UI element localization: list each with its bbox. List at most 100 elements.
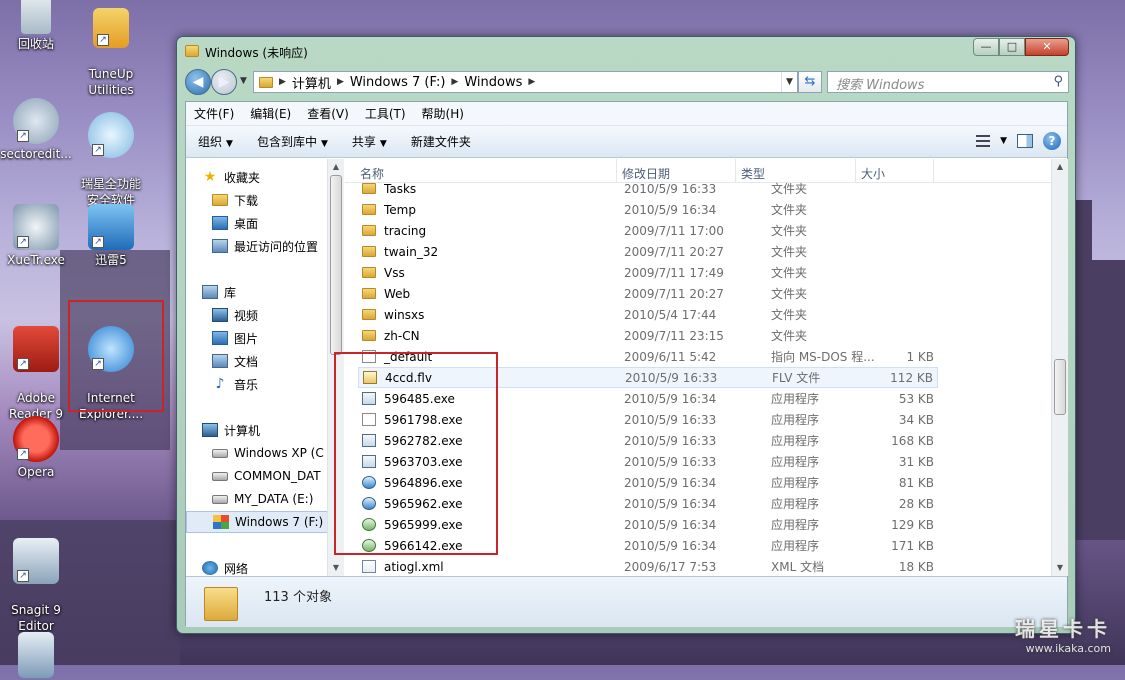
nav-documents[interactable]: 文档 [212, 350, 335, 372]
drive-icon [212, 448, 228, 458]
title-bar[interactable]: Windows (未响应) — □ ✕ [177, 37, 1075, 67]
folder-icon [204, 587, 238, 621]
nav-label: 下载 [234, 193, 259, 208]
desktop-icon-recycle-bin[interactable]: 回收站 [0, 0, 75, 52]
file-row[interactable]: tracing 2009/7/11 17:00 文件夹 [358, 220, 938, 241]
file-type: 文件夹 [771, 308, 808, 322]
nav-videos[interactable]: 视频 [212, 304, 335, 326]
file-row[interactable]: Temp 2010/5/9 16:34 文件夹 [358, 199, 938, 220]
file-type: 应用程序 [771, 392, 820, 406]
minimize-button[interactable]: — [973, 38, 999, 56]
desktop-icon-sectoredit[interactable]: ↗ sectoredit... [0, 98, 75, 162]
scrollbar-thumb[interactable] [330, 175, 342, 355]
scroll-down-icon[interactable]: ▼ [1052, 560, 1068, 576]
desktop-icon [212, 216, 228, 230]
file-row[interactable]: Vss 2009/7/11 17:49 文件夹 [358, 262, 938, 283]
menu-view[interactable]: 查看(V) [299, 105, 357, 122]
file-date: 2009/7/11 17:49 [624, 265, 724, 280]
refresh-button[interactable]: ⇆ [798, 71, 822, 93]
nav-libraries[interactable]: 库 [202, 281, 335, 303]
nav-desktop[interactable]: 桌面 [212, 212, 335, 234]
video-icon [212, 308, 228, 322]
file-type: 指向 MS-DOS 程... [771, 350, 875, 364]
close-button[interactable]: ✕ [1025, 38, 1069, 56]
breadcrumb-windows[interactable]: Windows [458, 75, 528, 90]
downloads-folder-icon [212, 194, 228, 206]
menu-help[interactable]: 帮助(H) [414, 105, 472, 122]
breadcrumb-computer[interactable]: 计算机 [286, 73, 337, 92]
nav-drive-f[interactable]: Windows 7 (F:) [186, 511, 335, 533]
desktop-icon-label: Snagit 9 Editor [11, 603, 61, 633]
nav-label: 收藏夹 [224, 170, 261, 185]
menu-edit[interactable]: 编辑(E) [242, 105, 299, 122]
nav-label: 视频 [234, 308, 259, 323]
scroll-up-icon[interactable]: ▲ [1052, 159, 1068, 175]
nav-pictures[interactable]: 图片 [212, 327, 335, 349]
nav-drive-c[interactable]: Windows XP (C [212, 442, 335, 464]
file-row[interactable]: Tasks 2010/5/9 16:33 文件夹 [358, 178, 938, 199]
file-list-scrollbar[interactable]: ▲ ▼ [1051, 159, 1068, 576]
file-date: 2010/5/9 16:34 [624, 496, 717, 511]
chevron-down-icon[interactable]: ▼ [1000, 136, 1007, 146]
search-input[interactable]: 搜索 Windows ⚲ [827, 71, 1069, 93]
address-dropdown-icon[interactable]: ▼ [781, 72, 797, 92]
breadcrumb-drive[interactable]: Windows 7 (F:) [344, 75, 452, 90]
chevron-right-icon[interactable]: ▶ [451, 77, 458, 87]
desktop-icon-label: 回收站 [17, 37, 54, 51]
file-type: 应用程序 [771, 455, 820, 469]
view-options-icon[interactable] [976, 135, 991, 147]
scroll-down-icon[interactable]: ▼ [328, 560, 344, 576]
nav-music[interactable]: ♪ 音乐 [212, 373, 335, 395]
help-icon[interactable]: ? [1043, 132, 1061, 150]
nav-downloads[interactable]: 下载 [212, 189, 335, 211]
file-row[interactable]: zh-CN 2009/7/11 23:15 文件夹 [358, 325, 938, 346]
file-row[interactable]: Web 2009/7/11 20:27 文件夹 [358, 283, 938, 304]
file-date: 2010/5/9 16:33 [625, 370, 718, 385]
scrollbar-thumb[interactable] [1054, 359, 1066, 415]
file-row[interactable]: twain_32 2009/7/11 20:27 文件夹 [358, 241, 938, 262]
chevron-down-icon: ▼ [226, 139, 233, 149]
address-bar[interactable]: ▶ 计算机 ▶ Windows 7 (F:) ▶ Windows ▶ ▼ [253, 71, 798, 93]
navigation-pane: ★ 收藏夹 下载 桌面 最近访问的位置 库 视频 图片 文档 ♪ 音乐 计算机 … [186, 159, 336, 576]
pictures-icon [212, 331, 228, 345]
search-icon[interactable]: ⚲ [1053, 74, 1063, 89]
nav-recent-places[interactable]: 最近访问的位置 [212, 235, 335, 257]
desktop-icon-label: sectoredit... [0, 147, 72, 161]
organize-button[interactable]: 组织 ▼ [186, 133, 245, 150]
folder-icon [362, 330, 376, 341]
nav-computer[interactable]: 计算机 [202, 419, 335, 441]
library-icon [202, 285, 218, 299]
forward-button[interactable]: ▶ [211, 69, 237, 95]
desktop-icon-opera[interactable]: ↗ Opera [0, 416, 75, 480]
windows-drive-icon [213, 515, 229, 529]
desktop-icon-xunlei[interactable]: ↗ 迅雷5 [72, 204, 150, 268]
file-size: 171 KB [891, 538, 934, 553]
file-size: 28 KB [898, 496, 934, 511]
nav-drive-e[interactable]: MY_DATA (E:) [212, 488, 335, 510]
desktop-icon-label: XueTr.exe [7, 253, 65, 267]
file-row[interactable]: atiogl.xml 2009/6/17 7:53 XML 文档 18 KB [358, 556, 938, 576]
chevron-right-icon[interactable]: ▶ [528, 77, 535, 87]
history-dropdown-icon[interactable]: ▼ [240, 76, 247, 86]
nav-network[interactable]: 网络 [202, 557, 335, 576]
xml-file-icon [362, 560, 376, 573]
nav-label: 网络 [224, 561, 249, 576]
desktop-icon-xuetr[interactable]: ↗ XueTr.exe [0, 204, 75, 268]
file-row[interactable]: winsxs 2010/5/4 17:44 文件夹 [358, 304, 938, 325]
file-type: 应用程序 [771, 497, 820, 511]
maximize-button[interactable]: □ [999, 38, 1025, 56]
chevron-right-icon[interactable]: ▶ [279, 77, 286, 87]
menu-file[interactable]: 文件(F) [186, 105, 242, 122]
desktop-icon-snagit[interactable]: ↗ Snagit 9 Editor [0, 522, 75, 650]
back-button[interactable]: ◀ [185, 69, 211, 95]
share-button[interactable]: 共享 ▼ [340, 133, 399, 150]
nav-drive-d[interactable]: COMMON_DAT [212, 465, 335, 487]
new-folder-button[interactable]: 新建文件夹 [399, 133, 483, 150]
scroll-up-icon[interactable]: ▲ [328, 159, 344, 175]
chevron-right-icon[interactable]: ▶ [337, 77, 344, 87]
include-in-library-button[interactable]: 包含到库中 ▼ [245, 133, 340, 150]
menu-tools[interactable]: 工具(T) [357, 105, 414, 122]
desktop-icon-partial[interactable] [0, 632, 75, 680]
preview-pane-icon[interactable] [1017, 134, 1033, 148]
nav-favorites[interactable]: ★ 收藏夹 [202, 166, 335, 188]
